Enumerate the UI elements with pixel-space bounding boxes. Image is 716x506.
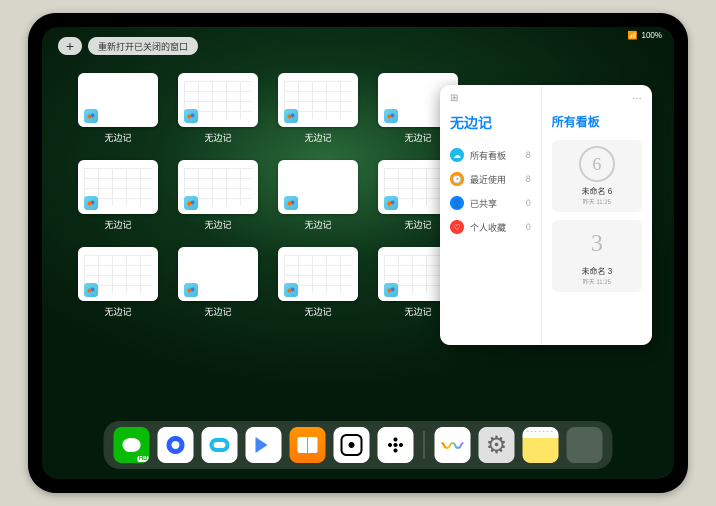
window-preview [78, 160, 158, 214]
dice-app-icon[interactable] [334, 427, 370, 463]
dock: HD [104, 421, 613, 469]
category-icon: 👤 [450, 196, 464, 210]
freeform-app-icon[interactable] [435, 427, 471, 463]
category-icon: 🕑 [450, 172, 464, 186]
freeform-app-icon [284, 283, 298, 297]
multi-app-icon[interactable] [567, 427, 603, 463]
window-preview [278, 73, 358, 127]
top-buttons: + 重新打开已关闭的窗口 [58, 37, 198, 55]
window-thumb[interactable]: 无边记 [278, 247, 358, 318]
window-thumb[interactable]: 无边记 [178, 73, 258, 144]
window-label: 无边记 [204, 305, 231, 318]
category-icon: ♡ [450, 220, 464, 234]
freeform-app-icon [84, 283, 98, 297]
reopen-closed-window-button[interactable]: 重新打开已关闭的窗口 [88, 37, 198, 55]
new-window-button[interactable]: + [58, 37, 82, 55]
window-label: 无边记 [304, 218, 331, 231]
category-item[interactable]: ☁ 所有看板 8 [450, 143, 531, 167]
window-preview [78, 247, 158, 301]
category-icon: ☁ [450, 148, 464, 162]
wechat-app-icon[interactable]: HD [114, 427, 150, 463]
quark-app-icon[interactable] [158, 427, 194, 463]
notes-app-icon[interactable] [523, 427, 559, 463]
window-preview [178, 160, 258, 214]
category-label: 所有看板 [470, 149, 506, 162]
category-count: 0 [526, 198, 531, 208]
play-app-icon[interactable] [246, 427, 282, 463]
dock-separator [424, 431, 425, 459]
category-label: 最近使用 [470, 173, 506, 186]
status-bar: 📶 100% [628, 31, 662, 40]
window-preview [178, 73, 258, 127]
board-name: 未命名 3 [556, 266, 638, 277]
window-label: 无边记 [104, 218, 131, 231]
window-label: 无边记 [304, 131, 331, 144]
window-thumb[interactable]: 无边记 [178, 160, 258, 231]
board-thumbnail: 6 [579, 146, 615, 182]
window-label: 无边记 [304, 305, 331, 318]
category-label: 已共享 [470, 197, 497, 210]
panel-right-title: 所有看板 [552, 113, 642, 130]
settings-app-icon[interactable] [479, 427, 515, 463]
board-card[interactable]: 6 未命名 6 昨天 11:25 [552, 140, 642, 212]
books-app-icon[interactable] [290, 427, 326, 463]
freeform-app-icon [84, 196, 98, 210]
window-thumb[interactable]: 无边记 [78, 160, 158, 231]
screen: 📶 100% + 重新打开已关闭的窗口 无边记 无边记 无边记 无边记 无边记 … [42, 27, 674, 479]
board-name: 未命名 6 [556, 186, 638, 197]
window-switcher-grid: 无边记 无边记 无边记 无边记 无边记 无边记 无边记 无边记 无边记 无边记 … [78, 73, 458, 318]
ipad-device: 📶 100% + 重新打开已关闭的窗口 无边记 无边记 无边记 无边记 无边记 … [28, 13, 688, 493]
category-count: 0 [526, 222, 531, 232]
board-card[interactable]: 3 未命名 3 昨天 11:25 [552, 220, 642, 292]
window-label: 无边记 [404, 218, 431, 231]
window-thumb[interactable]: 无边记 [78, 73, 158, 144]
freeform-app-icon [284, 109, 298, 123]
panel-topbar: ⊞ ··· [450, 93, 642, 104]
freeform-app-icon [184, 283, 198, 297]
freeform-app-icon [284, 196, 298, 210]
signal-icon: 📶 [628, 31, 638, 40]
window-label: 无边记 [104, 305, 131, 318]
category-count: 8 [526, 150, 531, 160]
category-item[interactable]: 🕑 最近使用 8 [450, 167, 531, 191]
window-preview [278, 247, 358, 301]
window-label: 无边记 [104, 131, 131, 144]
category-item[interactable]: ♡ 个人收藏 0 [450, 215, 531, 239]
window-label: 无边记 [204, 218, 231, 231]
window-thumb[interactable]: 无边记 [78, 247, 158, 318]
category-label: 个人收藏 [470, 221, 506, 234]
battery-text: 100% [642, 31, 662, 40]
freeform-app-icon [384, 283, 398, 297]
board-thumbnail: 3 [579, 226, 615, 262]
sidebar-icon[interactable]: ⊞ [450, 93, 458, 104]
window-label: 无边记 [404, 305, 431, 318]
category-count: 8 [526, 174, 531, 184]
category-item[interactable]: 👤 已共享 0 [450, 191, 531, 215]
board-date: 昨天 11:25 [556, 277, 638, 286]
window-thumb[interactable]: 无边记 [278, 160, 358, 231]
window-preview [78, 73, 158, 127]
window-thumb[interactable]: 无边记 [278, 73, 358, 144]
ucloud-app-icon[interactable] [202, 427, 238, 463]
window-preview [178, 247, 258, 301]
window-thumb[interactable]: 无边记 [178, 247, 258, 318]
window-preview [278, 160, 358, 214]
window-label: 无边记 [204, 131, 231, 144]
more-icon[interactable]: ··· [632, 93, 642, 104]
hd-badge: HD [138, 456, 149, 462]
freeform-app-icon [384, 196, 398, 210]
panel-title: 无边记 [450, 113, 531, 133]
panel-sidebar: 无边记 ☁ 所有看板 8🕑 最近使用 8👤 已共享 0♡ 个人收藏 0 [440, 85, 542, 345]
panel-content: 所有看板 6 未命名 6 昨天 11:253 未命名 3 昨天 11:25 [542, 85, 652, 345]
freeform-app-icon [184, 196, 198, 210]
atom-app-icon[interactable] [378, 427, 414, 463]
freeform-app-icon [384, 109, 398, 123]
freeform-panel[interactable]: ⊞ ··· 无边记 ☁ 所有看板 8🕑 最近使用 8👤 已共享 0♡ 个人收藏 … [440, 85, 652, 345]
board-date: 昨天 11:25 [556, 197, 638, 206]
freeform-app-icon [84, 109, 98, 123]
freeform-app-icon [184, 109, 198, 123]
window-label: 无边记 [404, 131, 431, 144]
